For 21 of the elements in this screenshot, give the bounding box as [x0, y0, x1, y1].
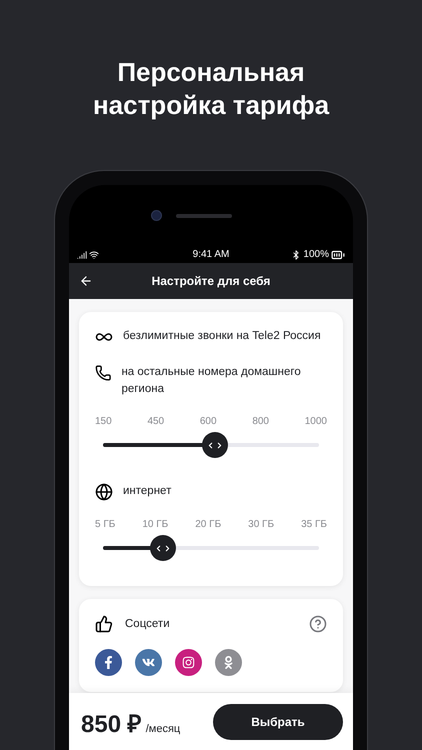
tick-label: 450: [147, 416, 164, 427]
tick-label: 5 ГБ: [95, 519, 116, 530]
headline: Персональная настройка тарифа: [92, 56, 330, 122]
tick-label: 600: [200, 416, 217, 427]
tick-label: 150: [95, 416, 112, 427]
slider-label: интернет: [123, 484, 172, 499]
tick-label: 1000: [304, 416, 327, 427]
tick-label: 800: [252, 416, 269, 427]
price: 850 ₽: [81, 710, 142, 738]
tick-label: 20 ГБ: [195, 519, 222, 530]
price-period: /месяц: [146, 722, 180, 734]
slider-label: на остальные номера домашнего региона: [121, 365, 302, 397]
select-button[interactable]: Выбрать: [213, 704, 343, 740]
battery-percent: 100%: [303, 249, 329, 260]
tick-label: 35 ГБ: [301, 519, 327, 530]
feature-label: безлимитные звонки на Tele2 Россия: [123, 329, 321, 344]
tick-label: 10 ГБ: [142, 519, 168, 530]
status-time: 9:41 AM: [192, 249, 230, 260]
social-title: Соцсети: [125, 616, 171, 632]
tick-label: 30 ГБ: [248, 519, 274, 530]
nav-title: Настройте для себя: [150, 274, 272, 288]
